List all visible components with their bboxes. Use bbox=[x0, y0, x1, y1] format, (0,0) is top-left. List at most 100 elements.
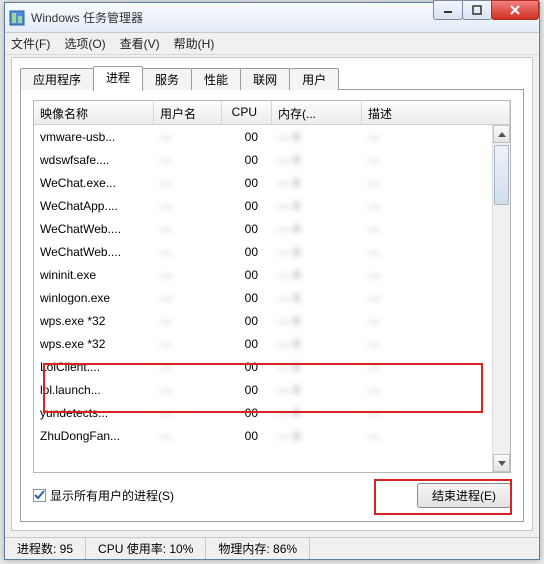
cell-mem: — K bbox=[272, 427, 362, 445]
table-row[interactable]: wps.exe *32—00— K— bbox=[34, 309, 492, 332]
tab-users[interactable]: 用户 bbox=[289, 68, 339, 90]
show-all-users-checkbox[interactable]: 显示所有用户的进程(S) bbox=[33, 487, 174, 504]
table-row[interactable]: winlogon.exe—00— K— bbox=[34, 286, 492, 309]
cell-user: — bbox=[154, 243, 222, 261]
close-button[interactable] bbox=[491, 0, 539, 20]
minimize-button[interactable] bbox=[433, 0, 463, 20]
cell-user: — bbox=[154, 381, 222, 399]
table-row[interactable]: WeChatWeb....—00— K— bbox=[34, 217, 492, 240]
tab-services[interactable]: 服务 bbox=[142, 68, 192, 90]
end-process-button[interactable]: 结束进程(E) bbox=[417, 483, 511, 508]
cell-mem: — K bbox=[272, 358, 362, 376]
header-user[interactable]: 用户名 bbox=[154, 101, 222, 124]
table-row[interactable]: vmware-usb...—00— K— bbox=[34, 125, 492, 148]
cell-mem: — K bbox=[272, 174, 362, 192]
cell-name: WeChatWeb.... bbox=[34, 243, 154, 261]
cell-cpu: 00 bbox=[222, 289, 272, 307]
cell-name: yundetects... bbox=[34, 404, 154, 422]
cell-name: vmware-usb... bbox=[34, 128, 154, 146]
cell-name: wps.exe *32 bbox=[34, 312, 154, 330]
cell-desc: — bbox=[362, 335, 492, 353]
cell-name: WeChatWeb.... bbox=[34, 220, 154, 238]
status-bar: 进程数: 95 CPU 使用率: 10% 物理内存: 86% bbox=[5, 537, 539, 559]
header-image-name[interactable]: 映像名称 bbox=[34, 101, 154, 124]
table-row[interactable]: wdswfsafe....—00— K— bbox=[34, 148, 492, 171]
cell-mem: — K bbox=[272, 289, 362, 307]
app-icon bbox=[9, 10, 25, 26]
cell-mem: — K bbox=[272, 381, 362, 399]
client-area: 应用程序 进程 服务 性能 联网 用户 映像名称 用户名 CPU 内存(... … bbox=[11, 57, 533, 531]
cell-user: — bbox=[154, 358, 222, 376]
scroll-thumb[interactable] bbox=[494, 145, 509, 205]
table-row[interactable]: LolClient....—00— K— bbox=[34, 355, 492, 378]
cell-desc: — bbox=[362, 197, 492, 215]
process-list: 映像名称 用户名 CPU 内存(... 描述 vmware-usb...—00—… bbox=[33, 100, 511, 473]
window-title: Windows 任务管理器 bbox=[31, 9, 434, 26]
cell-cpu: 00 bbox=[222, 381, 272, 399]
cell-desc: — bbox=[362, 289, 492, 307]
cell-name: wdswfsafe.... bbox=[34, 151, 154, 169]
cell-cpu: 00 bbox=[222, 197, 272, 215]
table-row[interactable]: wininit.exe—00— K— bbox=[34, 263, 492, 286]
cell-cpu: 00 bbox=[222, 404, 272, 422]
table-row[interactable]: wps.exe *32—00— K— bbox=[34, 332, 492, 355]
cell-name: LolClient.... bbox=[34, 358, 154, 376]
header-cpu[interactable]: CPU bbox=[222, 101, 272, 124]
status-process-count: 进程数: 95 bbox=[5, 538, 86, 559]
cell-user: — bbox=[154, 427, 222, 445]
maximize-button[interactable] bbox=[462, 0, 492, 20]
cell-user: — bbox=[154, 289, 222, 307]
vertical-scrollbar[interactable] bbox=[492, 125, 510, 472]
tab-content: 映像名称 用户名 CPU 内存(... 描述 vmware-usb...—00—… bbox=[20, 90, 524, 522]
menu-file[interactable]: 文件(F) bbox=[11, 35, 50, 52]
bottom-bar: 显示所有用户的进程(S) 结束进程(E) bbox=[33, 481, 511, 509]
cell-mem: — K bbox=[272, 128, 362, 146]
cell-user: — bbox=[154, 174, 222, 192]
scroll-up-button[interactable] bbox=[493, 125, 510, 143]
header-memory[interactable]: 内存(... bbox=[272, 101, 362, 124]
cell-name: WeChat.exe... bbox=[34, 174, 154, 192]
tab-strip: 应用程序 进程 服务 性能 联网 用户 bbox=[20, 66, 524, 90]
menubar: 文件(F) 选项(O) 查看(V) 帮助(H) bbox=[5, 33, 539, 55]
tab-performance[interactable]: 性能 bbox=[191, 68, 241, 90]
cell-mem: — K bbox=[272, 266, 362, 284]
table-row[interactable]: ZhuDongFan...—00— K— bbox=[34, 424, 492, 447]
menu-view[interactable]: 查看(V) bbox=[120, 35, 160, 52]
tab-applications[interactable]: 应用程序 bbox=[20, 68, 94, 90]
tab-network[interactable]: 联网 bbox=[240, 68, 290, 90]
cell-user: — bbox=[154, 128, 222, 146]
cell-name: wininit.exe bbox=[34, 266, 154, 284]
cell-desc: — bbox=[362, 381, 492, 399]
cell-cpu: 00 bbox=[222, 243, 272, 261]
cell-user: — bbox=[154, 335, 222, 353]
cell-desc: — bbox=[362, 174, 492, 192]
checkbox-box bbox=[33, 489, 46, 502]
table-row[interactable]: WeChatApp....—00— K— bbox=[34, 194, 492, 217]
cell-desc: — bbox=[362, 128, 492, 146]
cell-cpu: 00 bbox=[222, 151, 272, 169]
menu-help[interactable]: 帮助(H) bbox=[174, 35, 215, 52]
titlebar[interactable]: Windows 任务管理器 bbox=[5, 3, 539, 33]
cell-desc: — bbox=[362, 151, 492, 169]
menu-options[interactable]: 选项(O) bbox=[64, 35, 105, 52]
table-row[interactable]: WeChatWeb....—00— K— bbox=[34, 240, 492, 263]
table-row[interactable]: lol.launch...—00— K— bbox=[34, 378, 492, 401]
table-row[interactable]: yundetects...—00— K— bbox=[34, 401, 492, 424]
column-headers: 映像名称 用户名 CPU 内存(... 描述 bbox=[34, 101, 510, 125]
cell-desc: — bbox=[362, 220, 492, 238]
cell-desc: — bbox=[362, 404, 492, 422]
checkbox-label: 显示所有用户的进程(S) bbox=[50, 487, 174, 504]
tab-processes[interactable]: 进程 bbox=[93, 66, 143, 91]
cell-user: — bbox=[154, 404, 222, 422]
scroll-down-button[interactable] bbox=[493, 454, 510, 472]
cell-user: — bbox=[154, 266, 222, 284]
status-memory-usage: 物理内存: 86% bbox=[206, 538, 310, 559]
cell-name: winlogon.exe bbox=[34, 289, 154, 307]
cell-desc: — bbox=[362, 427, 492, 445]
cell-mem: — K bbox=[272, 335, 362, 353]
table-row[interactable]: WeChat.exe...—00— K— bbox=[34, 171, 492, 194]
header-description[interactable]: 描述 bbox=[362, 101, 510, 124]
cell-mem: — K bbox=[272, 151, 362, 169]
cell-desc: — bbox=[362, 243, 492, 261]
rows-container: vmware-usb...—00— K—wdswfsafe....—00— K—… bbox=[34, 125, 492, 472]
